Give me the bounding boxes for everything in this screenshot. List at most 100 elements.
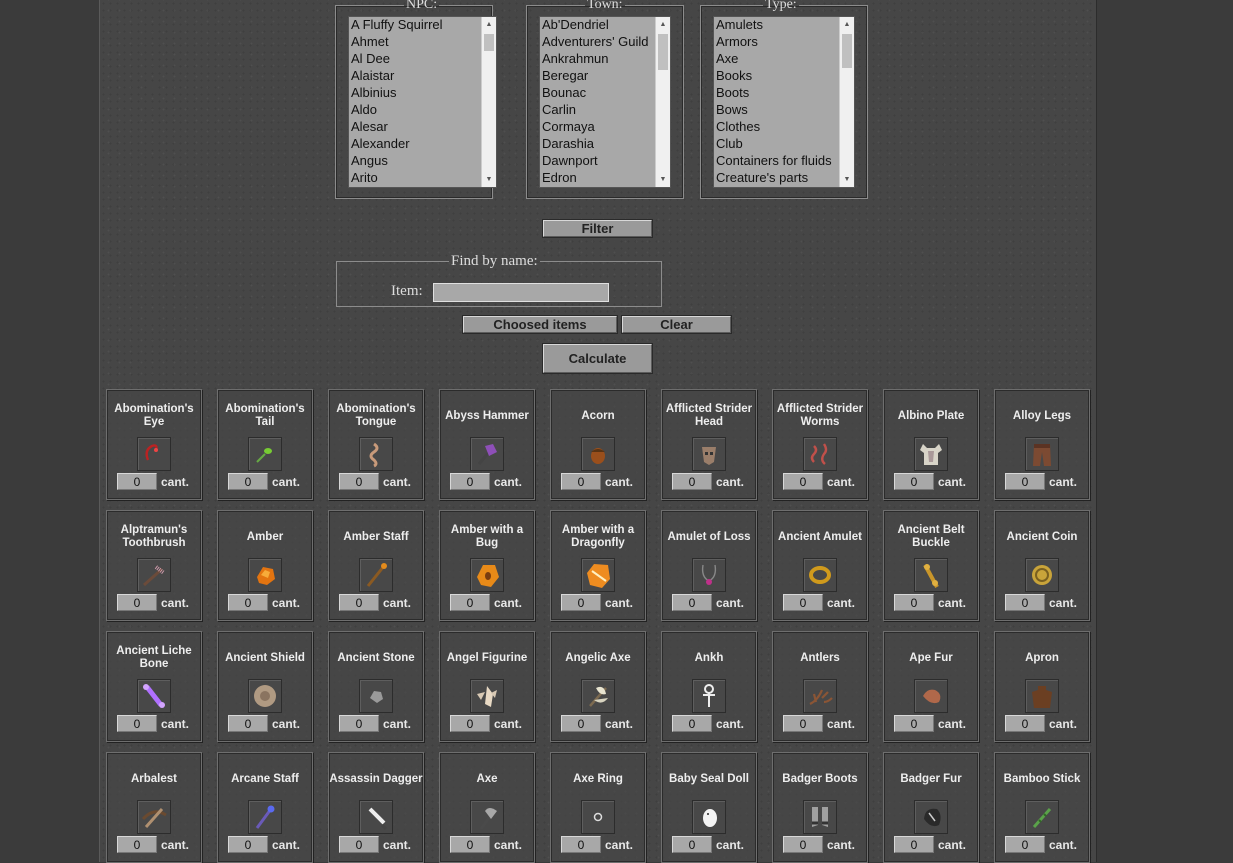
list-option[interactable]: Books: [714, 67, 854, 84]
quantity-input[interactable]: 0: [339, 473, 379, 490]
choosed-items-button[interactable]: Choosed items: [463, 316, 617, 333]
list-option[interactable]: Edron: [540, 169, 670, 186]
quantity-input[interactable]: 0: [783, 715, 823, 732]
list-option[interactable]: Adventurers' Guild: [540, 33, 670, 50]
quantity-input[interactable]: 0: [1005, 594, 1045, 611]
quantity-input[interactable]: 0: [117, 594, 157, 611]
scroll-thumb[interactable]: [658, 34, 668, 70]
item-slot: [248, 800, 282, 834]
list-option[interactable]: Creature's parts: [714, 169, 854, 186]
list-option[interactable]: Containers for fluids: [714, 152, 854, 169]
quantity-input[interactable]: 0: [228, 594, 268, 611]
type-listbox[interactable]: Amulets Armors Axe Books Boots Bows Clothes Clu…: [713, 16, 855, 188]
list-option[interactable]: Alexander: [349, 135, 496, 152]
quantity-input[interactable]: 0: [339, 836, 379, 853]
quantity-input[interactable]: 0: [1005, 836, 1045, 853]
item-slot: [914, 800, 948, 834]
quantity-input[interactable]: 0: [561, 594, 601, 611]
npc-listbox[interactable]: A Fluffy Squirrel Ahmet Al Dee Alaistar Albi…: [348, 16, 497, 188]
list-option[interactable]: Dawnport: [540, 152, 670, 169]
quantity-input[interactable]: 0: [117, 836, 157, 853]
item-slot: [692, 800, 726, 834]
list-option[interactable]: Bows: [714, 101, 854, 118]
quantity-input[interactable]: 0: [228, 715, 268, 732]
list-option[interactable]: Aldo: [349, 101, 496, 118]
quantity-input[interactable]: 0: [894, 473, 934, 490]
item-search-input[interactable]: [433, 283, 609, 302]
item-name: Baby Seal Doll: [669, 772, 749, 785]
list-option[interactable]: Ab'Dendriel: [540, 17, 670, 33]
list-option[interactable]: Ahmet: [349, 33, 496, 50]
quantity-input[interactable]: 0: [894, 836, 934, 853]
item-name: Ancient Liche Bone: [116, 645, 192, 670]
list-option[interactable]: Amulets: [714, 17, 854, 33]
scroll-up-icon[interactable]: ▲: [656, 18, 670, 31]
quantity-input[interactable]: 0: [672, 594, 712, 611]
list-option[interactable]: Axe: [714, 50, 854, 67]
calculate-button[interactable]: Calculate: [543, 344, 652, 373]
quantity-input[interactable]: 0: [783, 836, 823, 853]
type-scrollbar[interactable]: ▲ ▼: [839, 17, 854, 187]
item-name: Ancient Shield: [225, 651, 305, 664]
list-option[interactable]: Arito: [349, 169, 496, 186]
npc-scrollbar[interactable]: ▲ ▼: [481, 17, 496, 187]
list-option[interactable]: Angus: [349, 152, 496, 169]
list-option[interactable]: Beregar: [540, 67, 670, 84]
quantity-input[interactable]: 0: [672, 473, 712, 490]
quantity-input[interactable]: 0: [561, 473, 601, 490]
list-option[interactable]: Albinius: [349, 84, 496, 101]
quantity-input[interactable]: 0: [450, 836, 490, 853]
item-name: Abomination's Tail: [225, 403, 305, 428]
item-name: Axe: [476, 772, 498, 785]
scroll-down-icon[interactable]: ▼: [482, 173, 496, 186]
quantity-input[interactable]: 0: [450, 473, 490, 490]
town-scrollbar[interactable]: ▲ ▼: [655, 17, 670, 187]
quantity-input[interactable]: 0: [561, 836, 601, 853]
list-option[interactable]: Darashia: [540, 135, 670, 152]
town-listbox[interactable]: Ab'Dendriel Adventurers' Guild Ankrahmun Be…: [539, 16, 671, 188]
list-option[interactable]: Club: [714, 135, 854, 152]
quantity-input[interactable]: 0: [783, 594, 823, 611]
quantity-input[interactable]: 0: [783, 473, 823, 490]
quantity-input[interactable]: 0: [450, 715, 490, 732]
list-option[interactable]: Bounac: [540, 84, 670, 101]
scroll-down-icon[interactable]: ▼: [656, 173, 670, 186]
scroll-up-icon[interactable]: ▲: [840, 18, 854, 31]
quantity-input[interactable]: 0: [450, 594, 490, 611]
list-option[interactable]: Armors: [714, 33, 854, 50]
list-option[interactable]: Ankrahmun: [540, 50, 670, 67]
item-card: Bamboo Stick 0 cant.: [994, 752, 1090, 863]
quantity-input[interactable]: 0: [561, 715, 601, 732]
list-option[interactable]: Carlin: [540, 101, 670, 118]
item-card: Ancient Liche Bone 0 cant.: [106, 631, 202, 742]
quantity-input[interactable]: 0: [672, 715, 712, 732]
list-option[interactable]: Alesar: [349, 118, 496, 135]
scroll-thumb[interactable]: [842, 34, 852, 68]
filter-button[interactable]: Filter: [543, 220, 652, 237]
town-legend: Town:: [587, 0, 623, 12]
clear-button[interactable]: Clear: [622, 316, 731, 333]
scroll-up-icon[interactable]: ▲: [482, 18, 496, 31]
quantity-input[interactable]: 0: [1005, 715, 1045, 732]
list-option[interactable]: Cormaya: [540, 118, 670, 135]
quantity-input[interactable]: 0: [1005, 473, 1045, 490]
quantity-input[interactable]: 0: [117, 473, 157, 490]
quantity-input[interactable]: 0: [894, 715, 934, 732]
quantity-input[interactable]: 0: [228, 473, 268, 490]
angelic-axe-icon: [582, 680, 614, 712]
list-option[interactable]: Al Dee: [349, 50, 496, 67]
list-option[interactable]: A Fluffy Squirrel: [349, 17, 496, 33]
scroll-thumb[interactable]: [484, 34, 494, 51]
item-name: Angel Figurine: [446, 651, 528, 664]
list-option[interactable]: Alaistar: [349, 67, 496, 84]
list-option[interactable]: Boots: [714, 84, 854, 101]
quantity-input[interactable]: 0: [672, 836, 712, 853]
list-option[interactable]: Clothes: [714, 118, 854, 135]
legs-icon: [1026, 438, 1058, 470]
quantity-input[interactable]: 0: [117, 715, 157, 732]
quantity-input[interactable]: 0: [339, 594, 379, 611]
quantity-input[interactable]: 0: [228, 836, 268, 853]
quantity-input[interactable]: 0: [894, 594, 934, 611]
scroll-down-icon[interactable]: ▼: [840, 173, 854, 186]
quantity-input[interactable]: 0: [339, 715, 379, 732]
